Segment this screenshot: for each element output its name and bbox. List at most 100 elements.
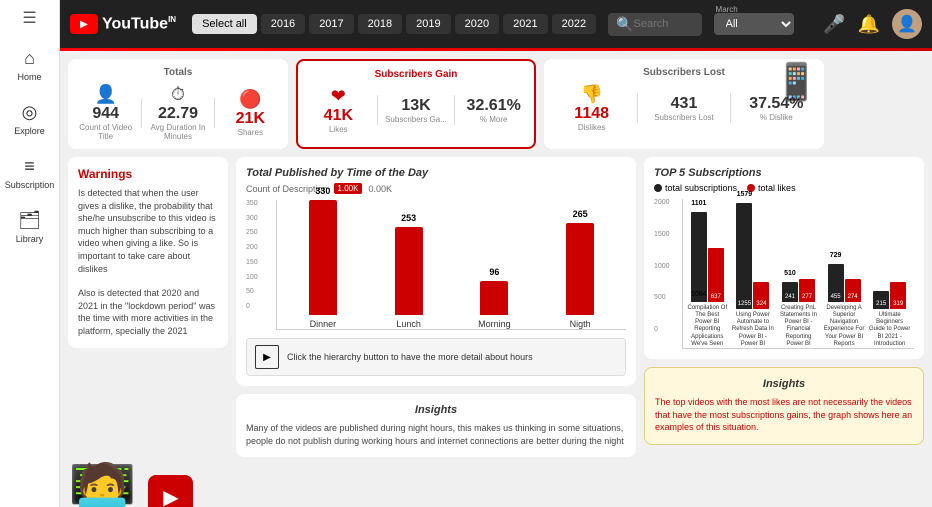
mic-icon[interactable]: 🎤 xyxy=(823,14,845,35)
y-350: 350 xyxy=(246,200,258,207)
top5-bar2-like-val: 324 xyxy=(756,301,766,307)
sidebar-item-library[interactable]: 🗂 Library xyxy=(0,200,59,254)
top5-bar4-top: 729 xyxy=(830,252,842,259)
share-icon: 🔴 xyxy=(239,89,261,110)
top5-bar1-label: Compilation Of The Best Power BI Reporti… xyxy=(686,305,729,348)
year-2017-button[interactable]: 2017 xyxy=(309,14,353,34)
sidebar-item-explore[interactable]: ◎ Explore xyxy=(0,92,59,146)
right-panel: TOP 5 Subscriptions total subscriptions … xyxy=(644,157,924,457)
count-value: 944 xyxy=(92,105,119,123)
y-150: 150 xyxy=(246,259,258,266)
top5-bar1-sub-top: 1101 xyxy=(691,200,706,207)
sidebar-item-subscription[interactable]: ≡ Subscription xyxy=(0,146,59,200)
count-label: Count of Video Title xyxy=(76,123,135,141)
bar-night-value: 265 xyxy=(573,209,588,219)
top5-bar2-top: 1579 xyxy=(737,191,753,198)
hamburger-menu[interactable]: ☰ xyxy=(22,8,36,28)
phone-illustration: 📱 xyxy=(774,61,819,103)
bar-dinner-value: 330 xyxy=(315,186,330,196)
top5-bar5-label: Ultimate Beginners Guide to Power BI 202… xyxy=(868,312,911,348)
bar-dinner: 330 Dinner xyxy=(285,200,361,329)
logo-text: YouTubeIN xyxy=(102,15,176,33)
warnings-text1: Is detected that when the user gives a d… xyxy=(78,187,218,275)
year-2019-button[interactable]: 2019 xyxy=(406,14,450,34)
divider1 xyxy=(141,98,142,128)
warnings-title: Warnings xyxy=(78,167,218,181)
avg-label: Avg Duration In Minutes xyxy=(148,123,207,141)
insights-text: Many of the videos are published during … xyxy=(246,422,626,447)
play-button[interactable]: ▶ xyxy=(255,345,279,369)
bar-chart-title: Total Published by Time of the Day xyxy=(246,167,626,179)
top5-bar1-like-wrap: 637 xyxy=(708,248,724,302)
more-label: % More xyxy=(480,115,508,124)
explore-icon: ◎ xyxy=(22,102,38,123)
top5-bar5-pair: 215 319 xyxy=(873,282,906,309)
header-icons: 🎤 🔔 👤 xyxy=(823,9,922,39)
bar-lunch-value: 253 xyxy=(401,213,416,223)
girl-mascot-area: 🧑‍💻 xyxy=(68,465,136,507)
legend-likes-label: total likes xyxy=(758,183,796,193)
totals-title: Totals xyxy=(76,67,280,78)
subs-gain-value: 13K xyxy=(401,97,430,115)
subtitle-val1: 1.00K xyxy=(334,183,363,194)
top5-bar2-like-wrap: 324 xyxy=(753,282,769,309)
sidebar-lib-label: Library xyxy=(16,234,44,244)
insights-title: Insights xyxy=(246,404,626,416)
search-input[interactable] xyxy=(634,18,694,30)
divider2 xyxy=(214,98,215,128)
year-2022-button[interactable]: 2022 xyxy=(552,14,596,34)
totals-card: Totals 👤 944 Count of Video Title ⏱ 22.7… xyxy=(68,59,288,149)
home-icon: ⌂ xyxy=(24,48,35,69)
top5-bar4-label: Developing A Superior Navigation Experie… xyxy=(823,305,866,348)
girl-mascot-icon: 🧑‍💻 xyxy=(68,465,136,507)
march-dropdown[interactable]: All xyxy=(714,13,794,35)
logo-sup: IN xyxy=(168,15,176,24)
legend-dot-subs xyxy=(654,184,662,192)
top5-bars: 1101 1064 637 xyxy=(682,199,914,349)
top5-card: TOP 5 Subscriptions total subscriptions … xyxy=(644,157,924,359)
bottom-mascot-row: 🧑‍💻 ▶ xyxy=(68,465,924,507)
year-2018-button[interactable]: 2018 xyxy=(358,14,402,34)
divider3 xyxy=(377,95,378,125)
year-2016-button[interactable]: 2016 xyxy=(261,14,305,34)
top5-legend: total subscriptions total likes xyxy=(654,183,914,193)
top5-bar3-top: 510 xyxy=(784,270,796,277)
person-icon: 👤 xyxy=(94,84,116,105)
top5-bar4-sub-val: 455 xyxy=(831,294,841,300)
subtitle-val2: 0.00K xyxy=(368,184,392,194)
more-stat: 32.61% % More xyxy=(461,97,526,124)
likes-stat: ❤ 41K Likes xyxy=(306,86,371,134)
bar-dinner-label: Dinner xyxy=(310,319,337,329)
avatar[interactable]: 👤 xyxy=(892,9,922,39)
yt-logo-mascot: ▶ xyxy=(148,475,193,507)
sidebar-item-home[interactable]: ⌂ Home xyxy=(0,38,59,92)
select-all-button[interactable]: Select all xyxy=(192,14,257,34)
top5-bar4-pair: 729 455 274 xyxy=(828,264,861,302)
video-text: Click the hierarchy button to have the m… xyxy=(287,352,533,362)
bell-icon[interactable]: 🔔 xyxy=(858,14,880,35)
clock-icon: ⏱ xyxy=(171,84,185,105)
youtube-logo-icon xyxy=(70,14,98,34)
march-label: March xyxy=(716,5,738,14)
subs-gain-inner: ❤ 41K Likes 13K Subscribers Ga... 32.61% xyxy=(306,86,526,134)
year-2020-button[interactable]: 2020 xyxy=(455,14,499,34)
year-2021-button[interactable]: 2021 xyxy=(503,14,547,34)
subs-lost-value: 431 xyxy=(671,95,698,113)
yt-play-icon: ▶ xyxy=(163,485,178,507)
left-panel: Warnings Is detected that when the user … xyxy=(68,157,228,457)
top5-bar5-like-wrap: 319 xyxy=(890,282,906,309)
stats-row: Totals 👤 944 Count of Video Title ⏱ 22.7… xyxy=(68,59,924,149)
likes-value: 41K xyxy=(324,107,353,125)
top5-bar1: 1101 1064 637 xyxy=(686,212,729,348)
likes-label: Likes xyxy=(329,125,348,134)
top5-insights-text: The top videos with the most likes are n… xyxy=(655,396,913,434)
top5-bar3-label: Creating PnL Statements In Power BI - Fi… xyxy=(777,305,820,348)
top5-y-axis: 2000 1500 1000 500 0 xyxy=(654,199,670,333)
insights-card: Insights Many of the videos are publishe… xyxy=(236,394,636,457)
logo-area: YouTubeIN xyxy=(70,14,176,34)
top5-bar5: 215 319 Ultimate Beginners Guide to Powe… xyxy=(868,282,911,348)
top5-bar2-sub-wrap: 1579 1255 xyxy=(736,203,752,309)
march-filter: March All xyxy=(714,13,794,35)
top5-bar2-pair: 1579 1255 324 xyxy=(736,203,769,309)
subs-gain-title: Subscribers Gain xyxy=(306,69,526,80)
